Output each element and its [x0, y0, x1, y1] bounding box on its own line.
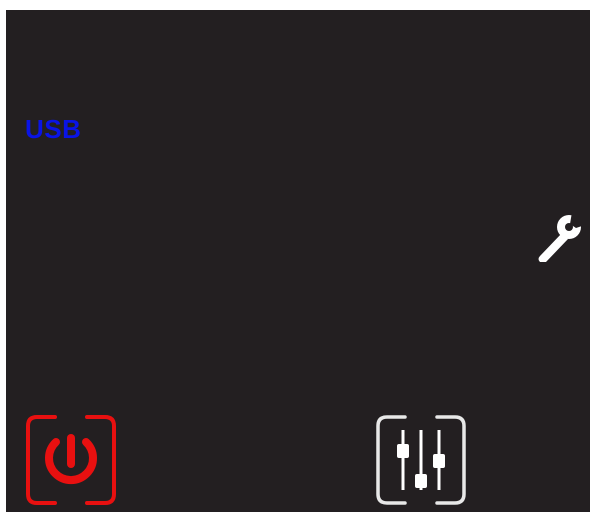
- settings-wrench-button[interactable]: [534, 212, 582, 262]
- source-label: USB: [25, 114, 82, 144]
- power-icon: [45, 434, 97, 485]
- power-button[interactable]: [25, 414, 117, 506]
- device-screen: USB: [6, 10, 590, 512]
- sliders-icon: [397, 430, 445, 490]
- wrench-icon: [538, 212, 582, 262]
- equalizer-button[interactable]: [375, 414, 467, 506]
